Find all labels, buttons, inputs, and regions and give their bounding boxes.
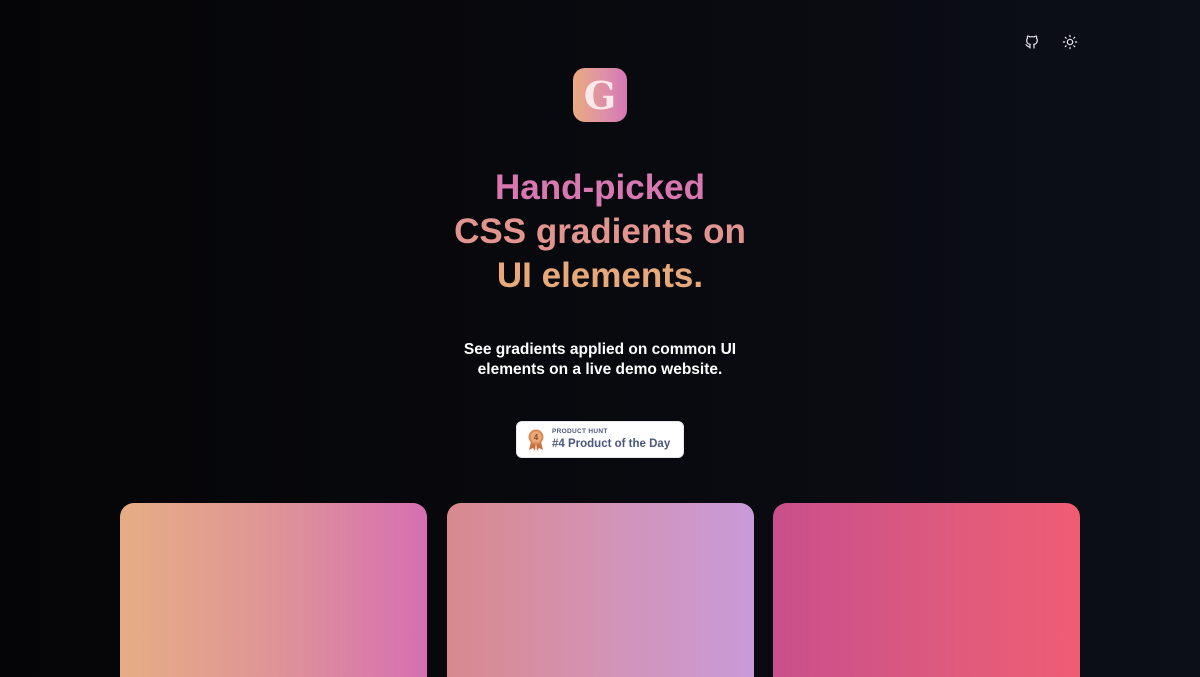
medal-icon: 4: [528, 428, 544, 452]
app-logo[interactable]: G: [573, 68, 627, 122]
headline-line-2: CSS gradients on: [454, 212, 746, 251]
github-icon[interactable]: [1022, 32, 1042, 52]
headline-line-3: UI elements.: [496, 256, 704, 295]
badge-kicker: PRODUCT HUNT: [552, 428, 608, 435]
badge-title: #4 Product of the Day: [552, 438, 671, 450]
subtitle-line-1: See gradients applied on common UI: [463, 341, 737, 358]
badge-text: PRODUCT HUNT #4 Product of the Day: [552, 428, 670, 451]
header-actions: [1022, 32, 1080, 52]
gradient-card-1[interactable]: [120, 503, 427, 677]
subtitle-line-2: elements on a live demo website.: [477, 361, 723, 378]
gradient-card-3[interactable]: [773, 503, 1080, 677]
product-hunt-badge[interactable]: 4 PRODUCT HUNT #4 Product of the Day: [516, 421, 684, 458]
medal-number: 4: [534, 432, 539, 441]
sun-icon[interactable]: [1060, 32, 1080, 52]
gradient-card-2[interactable]: [447, 503, 754, 677]
headline-line-1: Hand-picked: [494, 168, 706, 207]
logo-letter: G: [583, 73, 617, 118]
hero-subtitle: See gradients applied on common UI eleme…: [0, 340, 1200, 380]
hero-headline: Hand-picked CSS gradients on UI elements…: [0, 166, 1200, 298]
